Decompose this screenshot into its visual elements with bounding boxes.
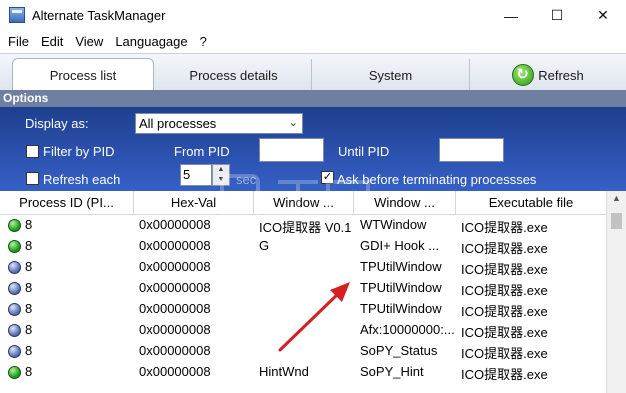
title-bar: Alternate TaskManager — ☐ ✕ <box>0 0 626 31</box>
refresh-interval-input[interactable]: 5 <box>180 164 212 186</box>
cell-window-2: TPUtilWindow <box>360 280 442 295</box>
chevron-down-icon: ⌄ <box>288 117 298 129</box>
maximize-button[interactable]: ☐ <box>534 0 580 31</box>
cell-window-2: SoPY_Hint <box>360 364 424 379</box>
refresh-label: Refresh <box>538 67 584 83</box>
vertical-scrollbar[interactable]: ▲ <box>606 191 626 393</box>
menu-file[interactable]: File <box>8 34 29 49</box>
status-running-icon <box>8 240 21 253</box>
cell-exe: ICO提取器.exe <box>461 367 548 382</box>
cell-hex: 0x00000008 <box>139 217 211 232</box>
display-as-select[interactable]: All processes ⌄ <box>135 113 303 134</box>
status-idle-icon <box>8 282 21 295</box>
cell-exe: ICO提取器.exe <box>461 325 548 340</box>
display-as-value: All processes <box>139 116 217 131</box>
scroll-thumb[interactable] <box>611 213 622 229</box>
window-title: Alternate TaskManager <box>32 8 166 23</box>
status-idle-icon <box>8 345 21 358</box>
cell-hex: 0x00000008 <box>139 364 211 379</box>
cell-window-2: TPUtilWindow <box>360 301 442 316</box>
status-idle-icon <box>8 303 21 316</box>
col-process-id[interactable]: Process ID (PI... <box>0 191 134 215</box>
tab-process-list[interactable]: Process list <box>12 58 154 91</box>
display-as-label: Display as: <box>25 116 89 131</box>
tab-bar: Process list Process details System Refr… <box>0 53 626 91</box>
app-icon <box>9 7 25 23</box>
refresh-each-checkbox[interactable] <box>26 172 39 185</box>
status-running-icon <box>8 366 21 379</box>
cell-hex: 0x00000008 <box>139 238 211 253</box>
tab-process-details[interactable]: Process details <box>156 59 312 91</box>
menu-edit[interactable]: Edit <box>41 34 63 49</box>
cell-window-2: Afx:10000000:... <box>360 322 454 337</box>
cell-hex: 0x00000008 <box>139 259 211 274</box>
from-pid-input[interactable] <box>259 138 324 162</box>
watermark-logo <box>220 174 370 222</box>
refresh-button[interactable]: Refresh <box>470 59 626 91</box>
cell-pid: 8 <box>25 259 33 274</box>
menu-help[interactable]: ? <box>200 34 207 49</box>
cell-exe: ICO提取器.exe <box>461 304 548 319</box>
cell-pid: 8 <box>25 364 33 379</box>
cell-pid: 8 <box>25 280 33 295</box>
cell-pid: 8 <box>25 238 33 253</box>
cell-pid: 8 <box>25 301 33 316</box>
close-button[interactable]: ✕ <box>580 0 626 31</box>
cell-window-1: G <box>259 238 270 253</box>
refresh-icon <box>512 64 535 86</box>
cell-pid: 8 <box>25 343 33 358</box>
cell-pid: 8 <box>25 217 33 232</box>
cell-pid: 8 <box>25 322 33 337</box>
cell-exe: ICO提取器.exe <box>461 241 548 256</box>
minimize-button[interactable]: — <box>488 0 534 31</box>
table-row[interactable]: 8 0x00000008 HintWnd SoPY_Hint ICO提取器.ex… <box>0 362 606 383</box>
cell-hex: 0x00000008 <box>139 343 211 358</box>
tab-system[interactable]: System <box>312 59 470 91</box>
filter-by-pid-checkbox[interactable] <box>26 145 39 158</box>
until-pid-label: Until PID <box>338 144 390 159</box>
cell-exe: ICO提取器.exe <box>461 220 548 235</box>
annotation-arrow-icon <box>278 282 350 352</box>
cell-window-2: TPUtilWindow <box>360 259 442 274</box>
filter-by-pid-label: Filter by PID <box>43 144 115 159</box>
options-header: Options <box>0 90 626 107</box>
scroll-up-icon[interactable]: ▲ <box>607 193 626 209</box>
cell-window-1: HintWnd <box>259 364 309 379</box>
col-executable-file[interactable]: Executable file <box>456 191 606 215</box>
from-pid-label: From PID <box>174 144 230 159</box>
menu-language[interactable]: Languagage <box>115 34 187 49</box>
status-idle-icon <box>8 324 21 337</box>
menu-view[interactable]: View <box>75 34 103 49</box>
cell-window-2: SoPY_Status <box>360 343 438 358</box>
until-pid-input[interactable] <box>439 138 504 162</box>
cell-exe: ICO提取器.exe <box>461 283 548 298</box>
menu-bar: File Edit View Languagage ? <box>0 31 626 52</box>
cell-hex: 0x00000008 <box>139 301 211 316</box>
table-row[interactable]: 8 0x00000008 G GDI+ Hook ... ICO提取器.exe <box>0 236 606 257</box>
refresh-each-label: Refresh each <box>43 172 121 187</box>
cell-exe: ICO提取器.exe <box>461 262 548 277</box>
status-running-icon <box>8 219 21 232</box>
cell-hex: 0x00000008 <box>139 322 211 337</box>
cell-exe: ICO提取器.exe <box>461 346 548 361</box>
status-idle-icon <box>8 261 21 274</box>
cell-window-2: GDI+ Hook ... <box>360 238 440 253</box>
cell-hex: 0x00000008 <box>139 280 211 295</box>
